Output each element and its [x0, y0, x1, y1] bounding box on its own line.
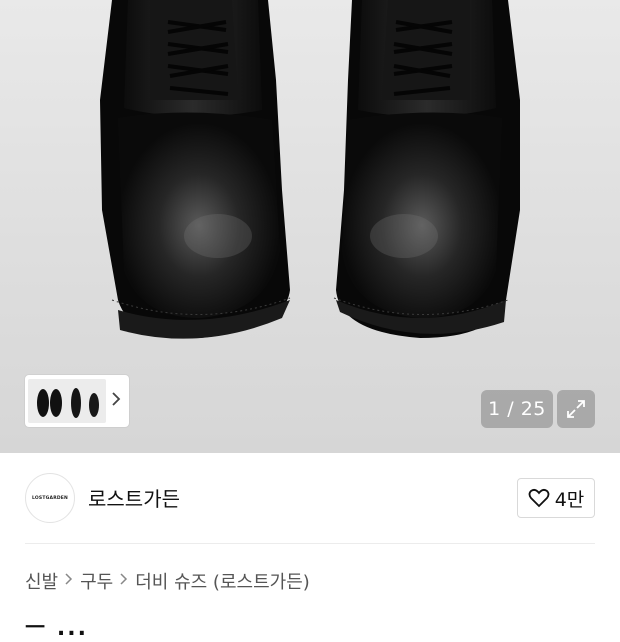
chevron-right-icon — [120, 573, 128, 589]
like-count: 4만 — [554, 488, 585, 511]
brand-name[interactable]: 로스트가든 — [88, 483, 180, 512]
thumbnail-image[interactable] — [28, 379, 106, 423]
breadcrumb-item-category[interactable]: 신발 — [25, 568, 58, 594]
heart-icon — [528, 488, 550, 508]
chevron-right-icon[interactable] — [106, 375, 126, 427]
chevron-right-icon — [65, 573, 73, 589]
brand-logo-text: LOSTGARDEN — [31, 495, 69, 501]
breadcrumb-item-current[interactable]: 더비 슈즈 (로스트가든) — [135, 568, 310, 594]
like-button[interactable]: 4만 — [517, 478, 595, 518]
divider — [25, 543, 595, 544]
product-title: ㅡ ... — [25, 616, 88, 641]
expand-button[interactable] — [557, 390, 595, 428]
brand-logo[interactable]: LOSTGARDEN — [25, 473, 75, 523]
expand-icon — [567, 400, 585, 418]
image-counter: 1 / 25 — [481, 390, 553, 428]
thumbnail-strip[interactable] — [25, 375, 129, 427]
brand-row: LOSTGARDEN 로스트가든 4만 — [25, 470, 595, 526]
product-image-gallery[interactable]: 1 / 25 — [0, 0, 620, 453]
breadcrumb: 신발 구두 더비 슈즈 (로스트가든) — [25, 568, 310, 594]
breadcrumb-item-subcategory[interactable]: 구두 — [80, 568, 113, 594]
